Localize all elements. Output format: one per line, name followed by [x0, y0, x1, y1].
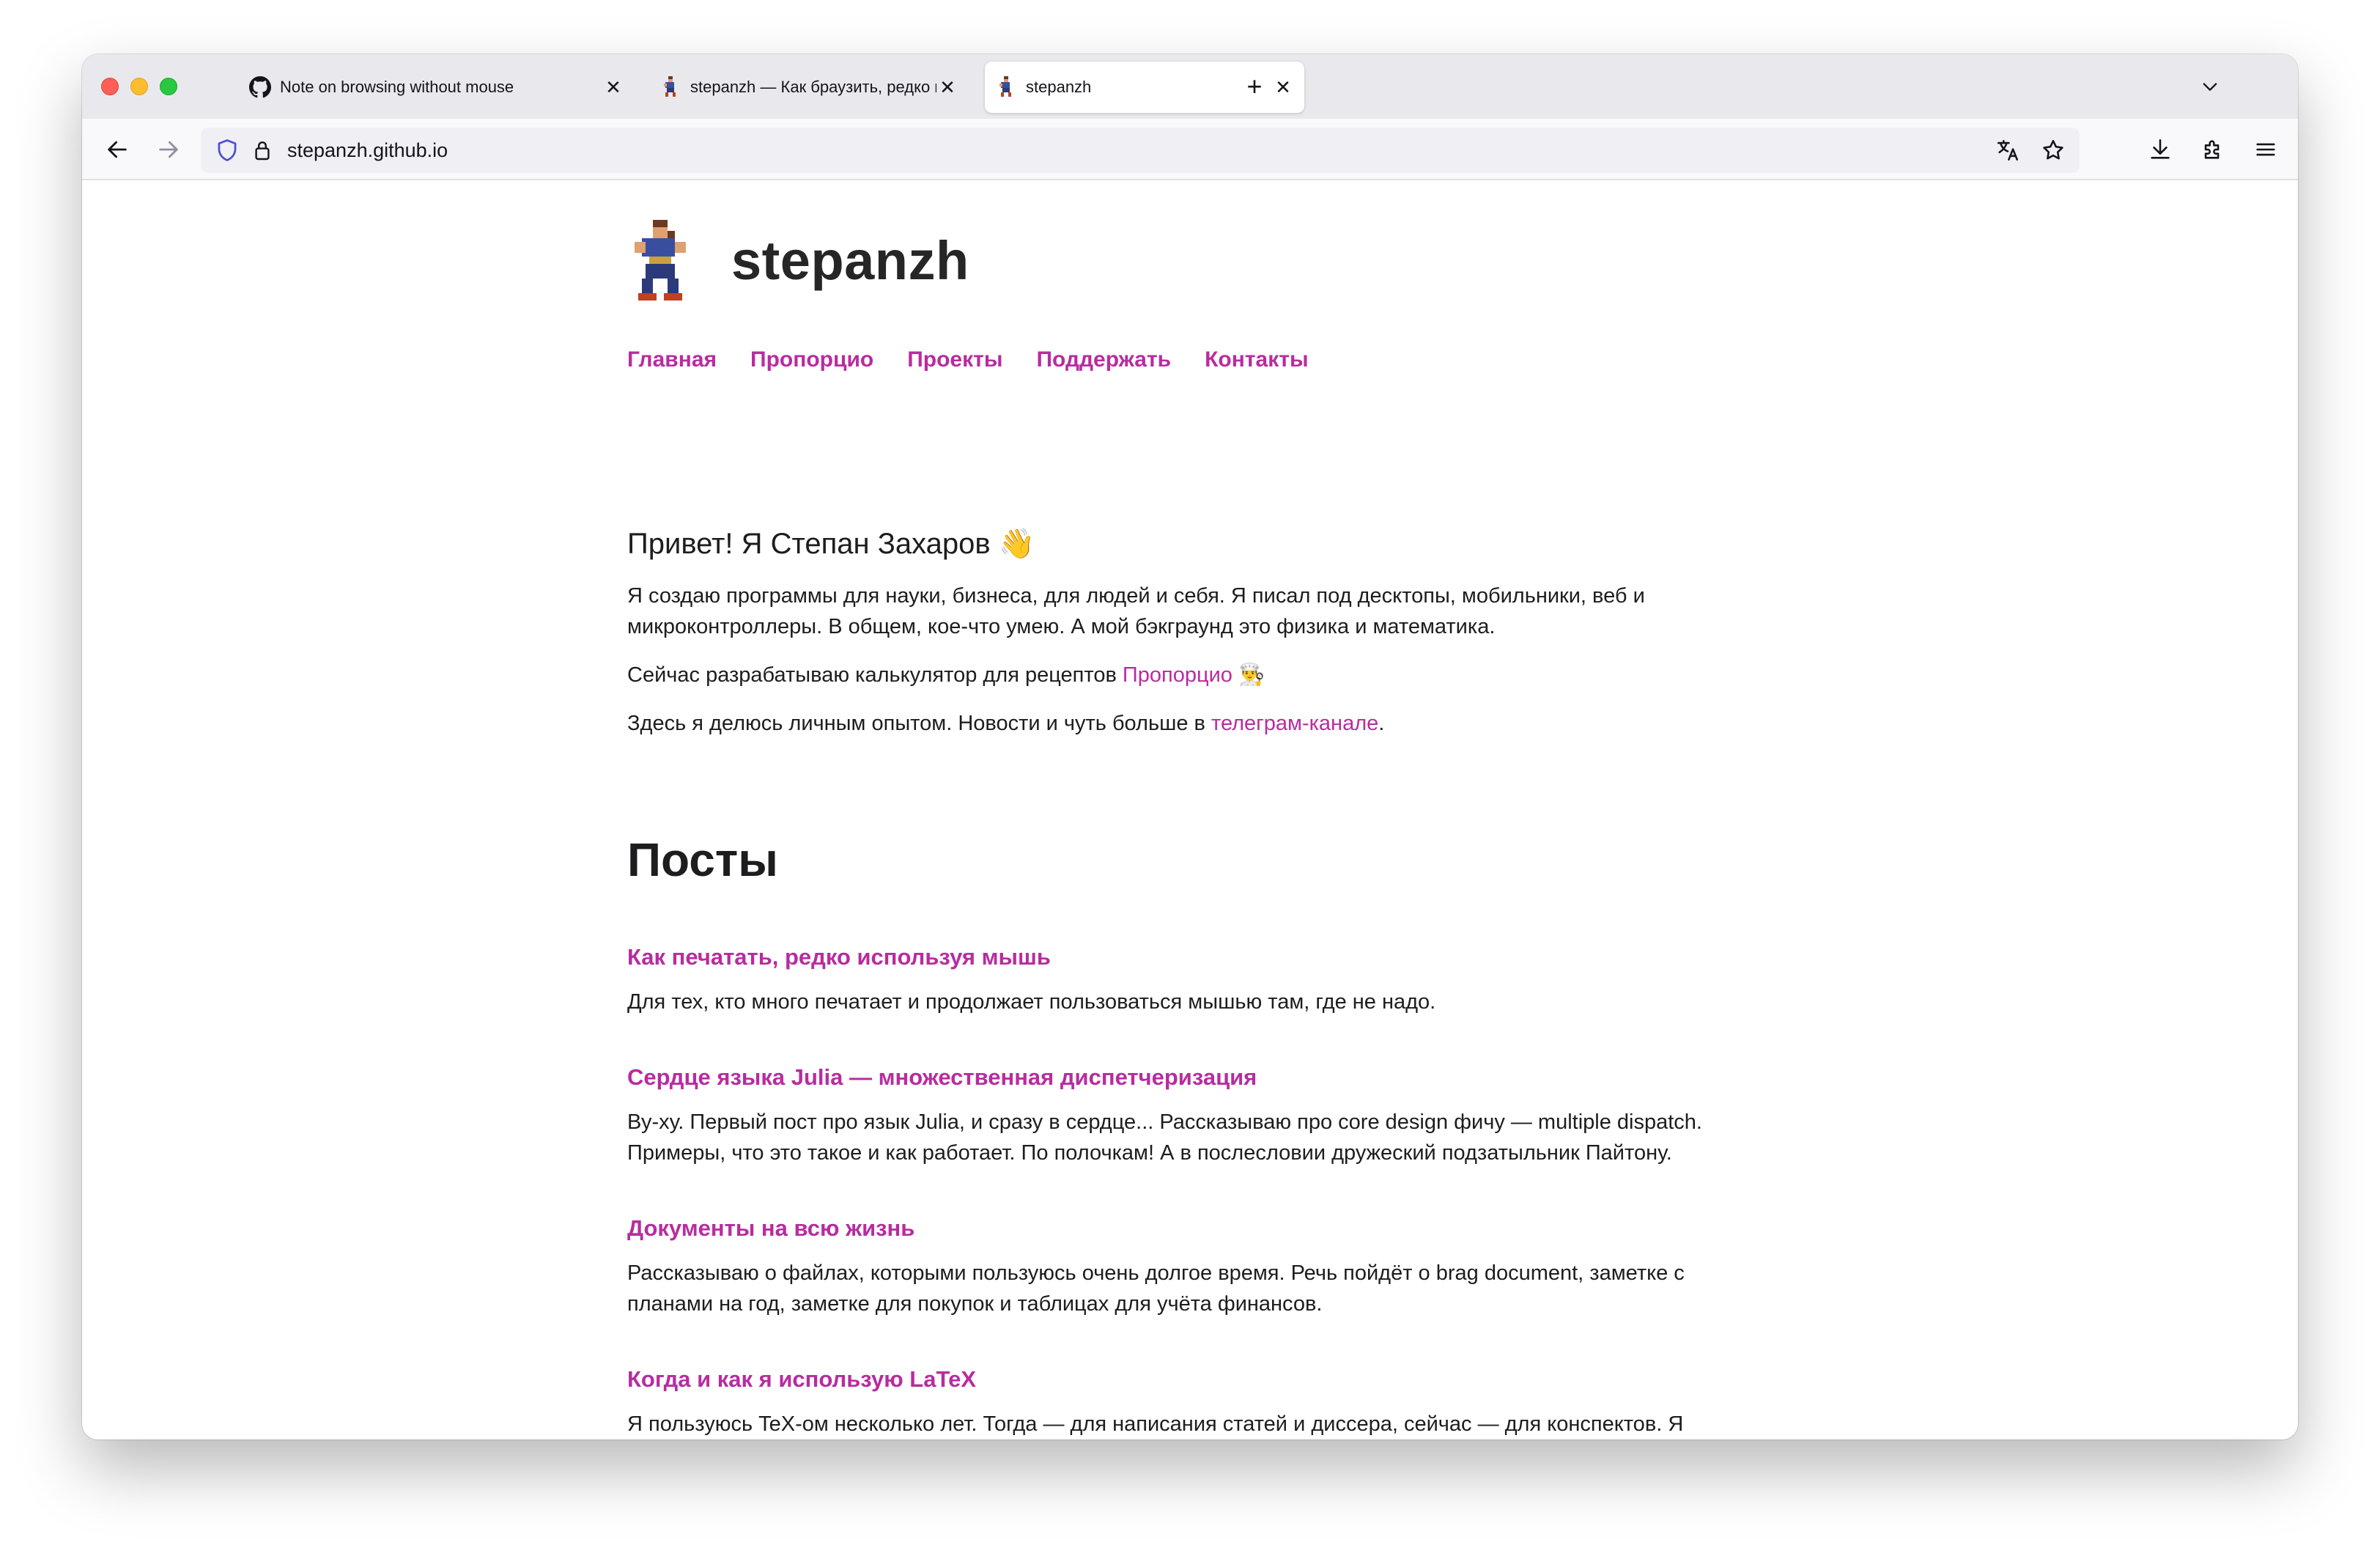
paragraph-text: . [1378, 712, 1385, 735]
page-content: stepanzh Главная Пропорцио Проекты Подде… [82, 182, 2298, 1440]
address-bar[interactable]: stepanzh.github.io [201, 128, 2080, 173]
post-title-link[interactable]: Как печатать, редко используя мышь [627, 944, 1051, 970]
tab-close-icon[interactable]: ✕ [936, 76, 958, 98]
nav-support[interactable]: Поддержать [1036, 347, 1171, 372]
paragraph-text: Сейчас разрабатываю калькулятор для реце… [627, 663, 1123, 687]
nav-proporcio[interactable]: Пропорцио [750, 347, 873, 372]
minimize-window-button[interactable] [130, 78, 148, 95]
nav-projects[interactable]: Проекты [907, 347, 1002, 372]
nav-home[interactable]: Главная [627, 347, 717, 372]
github-icon [249, 76, 271, 98]
post-title-link[interactable]: Сердце языка Julia — множественная диспе… [627, 1064, 1257, 1091]
tab-close-icon[interactable]: ✕ [602, 76, 624, 98]
nav-contacts[interactable]: Контакты [1205, 347, 1308, 372]
lock-icon[interactable] [249, 136, 276, 165]
pixel-runner-icon [659, 76, 681, 98]
post-description: Ву-ху. Первый пост про язык Julia, и сра… [627, 1110, 1702, 1165]
url-text[interactable]: stepanzh.github.io [287, 139, 448, 162]
translate-icon[interactable] [1990, 133, 2025, 168]
close-window-button[interactable] [101, 78, 119, 95]
pixel-runner-icon [995, 76, 1017, 98]
post-description: Рассказываю о файлах, которыми пользуюсь… [627, 1261, 1685, 1316]
bookmark-star-icon[interactable] [2036, 133, 2071, 168]
chef-icon: 👨‍🍳 [1238, 663, 1265, 687]
post-description: Я пользуюсь TeX-ом несколько лет. Тогда … [627, 1412, 1684, 1436]
paragraph-text: Здесь я делюсь личным опытом. Новости и … [627, 712, 1211, 735]
current-project-paragraph: Сейчас разрабатываю калькулятор для реце… [627, 660, 1770, 690]
post-title-link[interactable]: Когда и как я использую LaTeX [627, 1366, 976, 1393]
proporcio-link[interactable]: Пропорцио [1123, 663, 1232, 687]
greeting-heading: Привет! Я Степан Захаров 👋 [627, 526, 1035, 561]
tab-title: Note on browsing without mouse [280, 78, 514, 96]
greeting-text: Привет! Я Степан Захаров [627, 528, 991, 560]
tracking-shield-icon[interactable] [212, 136, 242, 165]
pixel-runner-logo[interactable] [627, 220, 693, 301]
hamburger-menu-icon[interactable] [2248, 132, 2283, 167]
extensions-puzzle-icon[interactable] [2195, 132, 2231, 167]
tab-title: stepanzh — Как браузить, редко используя… [690, 78, 936, 96]
tab-bar: Note on browsing without mouse ✕ stepanz… [82, 54, 2298, 119]
tab-close-icon[interactable]: ✕ [1272, 76, 1294, 98]
site-nav: Главная Пропорцио Проекты Поддержать Кон… [627, 347, 1309, 372]
back-button[interactable] [100, 132, 135, 167]
waving-hand-icon: 👋 [998, 528, 1035, 560]
intro-paragraph: Я создаю программы для науки, бизнеса, д… [627, 584, 1645, 638]
tab-github-note[interactable]: Note on browsing without mouse ✕ [239, 62, 635, 113]
post-description: Для тех, кто много печатает и продолжает… [627, 990, 1436, 1014]
site-header: stepanzh [627, 220, 969, 301]
post-title-link[interactable]: Документы на всю жизнь [627, 1215, 914, 1242]
download-icon[interactable] [2143, 132, 2178, 167]
new-tab-button[interactable]: + [1240, 71, 1269, 101]
site-name[interactable]: stepanzh [731, 229, 969, 292]
tab-list-chevron-icon[interactable] [2195, 72, 2225, 101]
browser-window: Note on browsing without mouse ✕ stepanz… [82, 54, 2298, 1440]
tab-stepanzh-article[interactable]: stepanzh — Как браузить, редко используя… [649, 62, 969, 113]
telegram-link[interactable]: телеграм-канале [1211, 712, 1378, 735]
forward-button[interactable] [151, 132, 186, 167]
zoom-window-button[interactable] [160, 78, 177, 95]
tab-title: stepanzh [1026, 78, 1092, 96]
posts-heading: Посты [627, 833, 778, 886]
nav-toolbar: stepanzh.github.io [82, 119, 2298, 180]
telegram-paragraph: Здесь я делюсь личным опытом. Новости и … [627, 708, 1770, 739]
